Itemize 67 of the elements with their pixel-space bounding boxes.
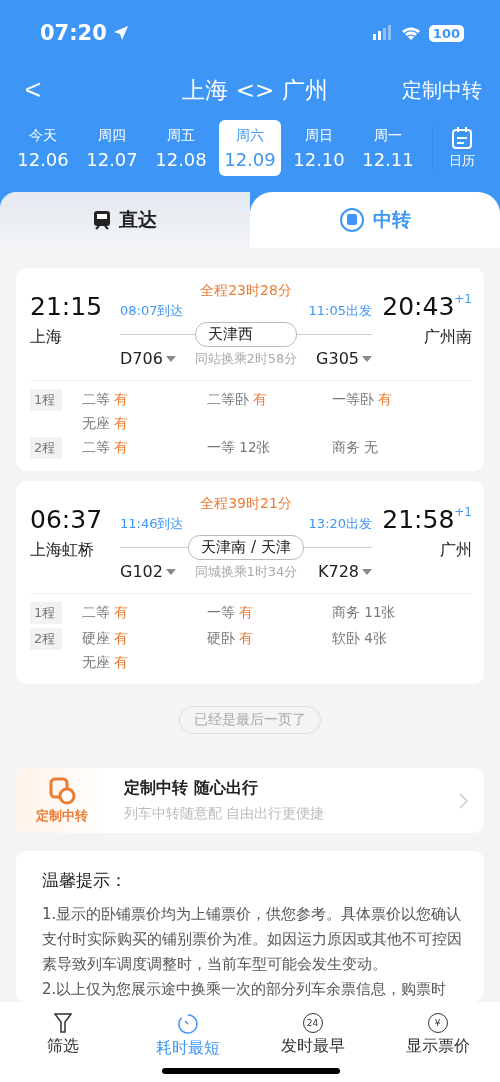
promo-title: 定制中转 随心出行 [124,778,259,799]
dropdown-caret-icon [362,355,372,362]
calendar-icon [451,126,473,150]
transfer-note: 同城换乘1时34分 [193,562,299,581]
seat-availability: 商务 11张 [332,603,397,622]
seat-availability: 二等 有 [82,390,130,409]
seat-availability: 商务 无 [332,438,380,457]
chevron-right-icon [459,792,468,809]
tip-paragraph: 1.显示的卧铺票价均为上铺票价，供您参考。具体票价以您确认支付时实际购买的铺别票价为准。如因运力原因或其他不可控因素导致列车调度调整时，当前车型可能会发生变动。 [42,904,463,975]
transfer-note: 同站换乘2时58分 [194,349,298,368]
leg-label: 2程 [30,628,62,650]
train-number[interactable]: G305 [316,349,372,368]
depart-station: 上海 [30,327,62,348]
train-number[interactable]: K728 [317,562,372,581]
seat-availability: 硬座 有 [82,629,130,648]
seat-availability: 一等卧 有 [332,390,394,409]
mode-tab[interactable]: 直达 [0,192,250,248]
leg-label: 1程 [30,602,62,624]
battery-level: 100 [428,24,464,42]
transfer-station: 天津西 [194,322,298,347]
promo-subtitle: 列车中转随意配 自由出行更便捷 [124,805,326,823]
sort-option[interactable]: ¥ 显示票价 [387,1012,488,1082]
arrive-station: 广州 [440,540,472,561]
tip-paragraph: 2.以上仅为您展示途中换乘一次的部分列车余票信息，购票时 [42,979,448,1000]
seat-availability: 一等 有 [207,603,255,622]
leg-label: 2程 [30,437,62,459]
seat-availability: 二等 有 [82,438,130,457]
arrive-station: 广州南 [424,327,472,348]
leg-label: 1程 [30,389,62,411]
depart-station: 上海虹桥 [30,540,94,561]
sort-option[interactable]: 筛选 [12,1012,113,1082]
signal-icon [372,25,393,41]
depart-time: 06:37 [30,505,103,534]
total-duration: 全程39时21分 [199,495,293,513]
leg-arrive-time: 08:07到达 [120,302,184,320]
seat-availability: 二等卧 有 [207,390,269,409]
route-title: 上海 <> 广州 [181,75,329,105]
wifi-icon [400,25,421,41]
timer-icon [176,1013,199,1035]
filter-icon [53,1013,72,1033]
seat-availability: 无座 有 [82,414,130,433]
train-icon [93,210,111,230]
train-number[interactable]: G102 [120,562,176,581]
day-offset: +1 [454,505,472,519]
leg-arrive-time: 11:46到达 [120,515,184,533]
arrive-time: 21:58 [382,505,455,534]
seat-availability: 硬卧 有 [207,629,255,648]
dropdown-caret-icon [165,355,176,362]
arrive-time: 20:43 [382,292,455,321]
depart-time: 21:15 [30,292,103,321]
promo-banner[interactable]: 定制中转 定制中转 随心出行 列车中转随意配 自由出行更便捷 [16,768,484,833]
transfer-station: 天津南 / 天津 [188,535,304,560]
tips-title: 温馨提示： [42,869,128,892]
promo-badge-label: 定制中转 [36,806,88,825]
status-time: 07:20 [40,21,107,45]
dropdown-caret-icon [165,568,176,575]
dropdown-caret-icon [362,568,372,575]
seat-availability: 一等 12张 [207,438,272,457]
seat-availability: 二等 有 [82,603,130,622]
day-offset: +1 [454,292,472,306]
location-arrow-icon [112,25,129,41]
seat-availability: 无座 有 [82,653,130,672]
leg-depart-time: 11:05出发 [308,302,372,320]
leg-depart-time: 13:20出发 [308,515,372,533]
train-number[interactable]: D706 [120,349,176,368]
total-duration: 全程23时28分 [199,282,293,300]
seat-availability: 软卧 4张 [332,629,388,648]
